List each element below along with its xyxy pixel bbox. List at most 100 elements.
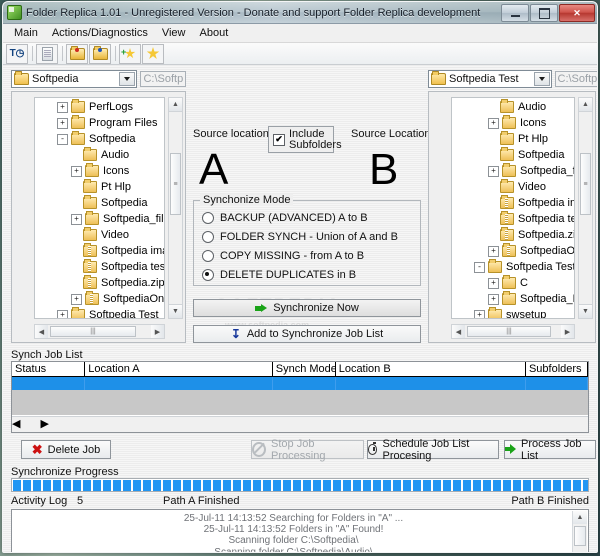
tree-node[interactable]: Video [452,179,574,195]
drive-a-combo[interactable]: Softpedia [11,69,138,88]
tree-node[interactable]: + Softpedia Test [35,307,164,318]
radio-indicator[interactable] [202,212,214,224]
tree-node[interactable]: + Softpedia_files [35,211,164,227]
job-list-cell[interactable] [336,377,527,390]
include-subfolders-checkbox[interactable]: ✔ Include Subfolders [268,126,342,153]
tree-a-horizontal-scrollbar[interactable]: ◀ ||| ▶ [34,324,165,339]
scroll-up-arrow-icon[interactable]: ▲ [573,511,587,524]
menu-item-view[interactable]: View [155,26,193,40]
tree-b-list[interactable]: Audio + Icons Pt Hlp Softpedia + Softpedia_fil… [451,97,575,319]
report-button[interactable] [36,43,58,64]
tree-node[interactable]: Audio [452,99,574,115]
tree-node[interactable]: Softpedia image an [452,195,574,211]
scroll-left-arrow-icon[interactable]: ◀ [35,325,48,338]
expand-icon[interactable]: + [488,293,499,305]
close-button[interactable]: ✕ [559,4,595,22]
minimize-button[interactable] [501,4,529,22]
tree-a-vertical-scrollbar[interactable]: ▲ ≡ ▼ [168,97,183,319]
tree-node[interactable]: + C [452,275,574,291]
path-b-field[interactable]: C:\Softpe [554,70,597,87]
job-list-cell[interactable] [526,377,588,390]
menu-item-about[interactable]: About [193,26,236,40]
tree-node[interactable]: Pt Hlp [452,131,574,147]
schedule-job-list-button[interactable]: Schedule Job List Procesing [367,438,499,462]
checkbox-checked-icon[interactable]: ✔ [273,133,285,146]
scroll-right-arrow-icon[interactable]: ▶ [40,417,48,432]
add-favorite-button[interactable]: + [119,43,141,64]
job-list-cell[interactable] [85,377,273,390]
scroll-up-arrow-icon[interactable]: ▲ [169,98,182,112]
radio-indicator[interactable] [202,250,214,262]
scrollbar-thumb[interactable] [574,526,586,546]
scrollbar-thumb[interactable]: ≡ [170,153,181,215]
tree-node[interactable]: + Icons [35,163,164,179]
expand-icon[interactable]: + [57,117,68,129]
tree-node[interactable]: Softpedia test.zip [452,211,574,227]
tree-node[interactable]: - Softpedia Test [452,259,574,275]
expand-icon[interactable]: + [57,309,68,318]
scheduler-button[interactable]: T◷ [6,43,28,64]
tree-node[interactable]: Softpedia.zip [452,227,574,243]
job-list-column-header[interactable]: Synch Mode [273,362,336,376]
job-list-column-header[interactable]: Location B [336,362,526,376]
tree-node[interactable]: Pt Hlp [35,179,164,195]
scroll-right-arrow-icon[interactable]: ▶ [151,325,164,338]
expand-icon[interactable]: + [488,277,499,289]
tree-node[interactable]: + Icons [452,115,574,131]
menu-item-actions-diagnostics[interactable]: Actions/Diagnostics [45,26,155,40]
tree-b-horizontal-scrollbar[interactable]: ◀ ||| ▶ [451,324,575,339]
tree-node[interactable]: + PerfLogs [35,99,164,115]
activity-log-scrollbar[interactable]: ▲ ▼ [572,511,587,552]
job-list-column-header[interactable]: Status [12,362,86,376]
radio-folder-synch[interactable]: FOLDER SYNCH - Union of A and B [202,231,398,243]
tree-node[interactable]: Softpedia [35,195,164,211]
tree-node[interactable]: + SoftpediaOne.zip [452,243,574,259]
job-list-table[interactable]: Status Location A Synch Mode Location B Subf… [11,361,589,433]
chevron-down-icon[interactable] [533,71,550,86]
tree-node[interactable]: Audio [35,147,164,163]
expand-icon[interactable]: + [71,213,82,225]
radio-indicator-selected[interactable] [202,269,214,281]
maximize-button[interactable] [530,4,558,22]
tree-a-list[interactable]: + PerfLogs + Program Files - Softpedia Audio + I… [34,97,165,319]
radio-delete-duplicates[interactable]: DELETE DUPLICATES in B [202,269,356,281]
radio-indicator[interactable] [202,231,214,243]
process-job-list-button[interactable]: Process Job List [504,438,596,462]
tree-node[interactable]: Softpedia image an [35,243,164,259]
job-list-cell[interactable] [12,377,86,390]
job-list-selected-row[interactable] [12,377,588,390]
expand-icon[interactable]: + [488,117,499,129]
scroll-left-arrow-icon[interactable]: ◀ [452,325,465,338]
add-to-job-list-button[interactable]: ↧ Add to Synchronize Job List [193,325,421,343]
tree-node[interactable]: Video [35,227,164,243]
scroll-up-arrow-icon[interactable]: ▲ [579,98,592,112]
scroll-right-arrow-icon[interactable]: ▶ [561,325,574,338]
expand-icon[interactable]: + [488,245,499,257]
expand-icon[interactable]: + [474,309,485,318]
job-list-column-header[interactable]: Subfolders [526,362,588,376]
expand-icon[interactable]: + [488,165,499,177]
activity-log-box[interactable]: 25-Jul-11 14:13:52 Searching for Folders… [11,509,589,552]
tree-node[interactable]: Softpedia [452,147,574,163]
stop-job-processing-button[interactable]: Stop Job Processing [251,438,364,462]
scroll-down-arrow-icon[interactable]: ▼ [579,304,592,318]
job-list-cell[interactable] [273,377,336,390]
tree-b-vertical-scrollbar[interactable]: ▲ ≡ ▼ [578,97,593,319]
expand-icon[interactable]: + [57,101,68,113]
tree-node[interactable]: + Softpedia_files [452,163,574,179]
scroll-track[interactable] [20,417,40,432]
tree-node[interactable]: Softpedia.zip [35,275,164,291]
collapse-icon[interactable]: - [474,261,485,273]
open-folder-a-button[interactable] [66,43,88,64]
delete-job-button[interactable]: ✖ Delete Job [21,440,111,459]
tree-node[interactable]: Softpedia test.zip [35,259,164,275]
scrollbar-thumb[interactable]: ≡ [580,153,591,215]
scroll-down-arrow-icon[interactable]: ▼ [169,304,182,318]
expand-icon[interactable]: + [71,165,82,177]
job-list-column-header[interactable]: Location A [85,362,273,376]
synchronize-now-button[interactable]: Synchronize Now [193,299,421,317]
scrollbar-thumb[interactable]: ||| [50,326,136,337]
expand-icon[interactable]: + [71,293,82,305]
radio-backup-advanced[interactable]: BACKUP (ADVANCED) A to B [202,212,368,224]
scroll-track[interactable]: ||| [465,325,561,338]
